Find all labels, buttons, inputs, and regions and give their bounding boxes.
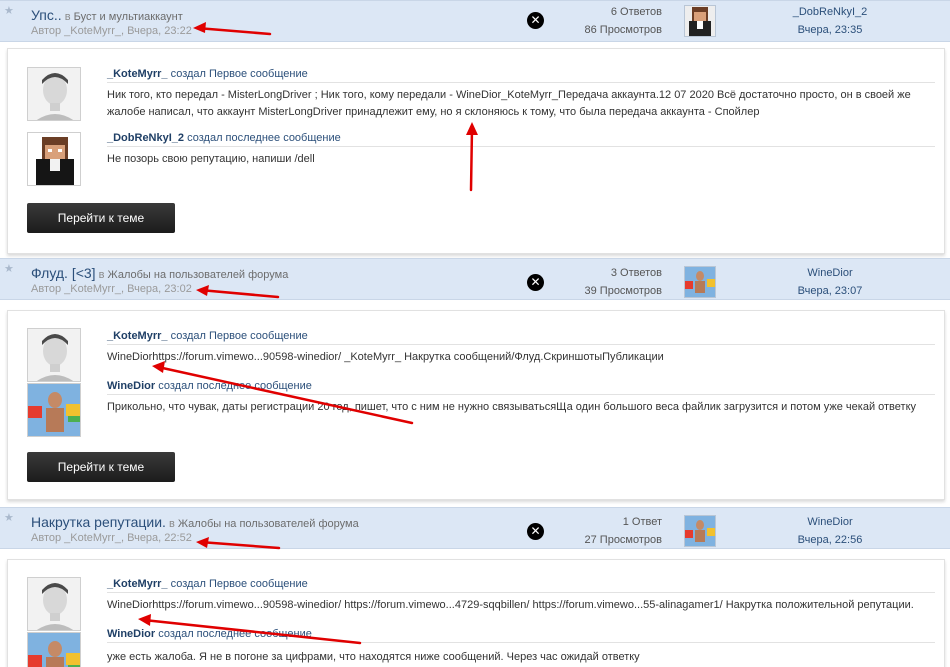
avatar[interactable] xyxy=(27,328,81,382)
forum-link[interactable]: Жалобы на пользователей форума xyxy=(108,269,289,281)
thread-preview: _KoteMyrr_ создал Первое сообщение WineD… xyxy=(7,559,945,667)
go-to-thread-button[interactable]: Перейти к теме xyxy=(27,203,175,233)
first-post-header: _KoteMyrr_ создал Первое сообщение xyxy=(107,330,308,342)
last-poster-name[interactable]: WineDior xyxy=(807,267,852,279)
avatar[interactable] xyxy=(27,132,81,186)
divider xyxy=(107,394,935,395)
last-post-text: Прикольно, что чувак, даты регистрации 2… xyxy=(107,401,916,413)
thread-title-link[interactable]: Флуд. [<3] xyxy=(31,265,96,281)
thread-row[interactable]: ★ Упс.. в Буст и мультиаккаунт Автор _Ko… xyxy=(0,0,950,42)
divider xyxy=(107,642,935,643)
divider xyxy=(107,592,935,593)
first-post-action: создал Первое сообщение xyxy=(170,330,308,342)
view-count: 39 Просмотров xyxy=(584,285,663,297)
last-poster-avatar[interactable] xyxy=(684,5,716,37)
divider xyxy=(107,82,935,83)
star-icon[interactable]: ★ xyxy=(4,6,14,17)
close-icon[interactable]: ✕ xyxy=(527,274,544,291)
last-poster-avatar[interactable] xyxy=(684,266,716,298)
thread-meta: Автор _KoteMyrr_, Вчера, 23:02 xyxy=(31,283,192,295)
last-post-header: WineDior создал последнее сообщение xyxy=(107,380,312,392)
first-post-text: WineDiorhttps://forum.vimewo...90598-win… xyxy=(107,351,664,363)
last-post-author[interactable]: WineDior xyxy=(107,380,155,392)
last-post-header: _DobReNkyI_2 создал последнее сообщение xyxy=(107,132,341,144)
close-icon[interactable]: ✕ xyxy=(527,523,544,540)
thread-meta: Автор _KoteMyrr_, Вчера, 23:22 xyxy=(31,25,192,37)
forum-prefix: в xyxy=(64,11,71,23)
divider xyxy=(107,146,935,147)
last-poster-name[interactable]: WineDior xyxy=(807,516,852,528)
forum-link[interactable]: Жалобы на пользователей форума xyxy=(178,518,359,530)
last-post-author[interactable]: _DobReNkyI_2 xyxy=(107,132,184,144)
last-post-action: создал последнее сообщение xyxy=(187,132,341,144)
reply-count: 6 Ответов xyxy=(610,6,662,18)
thread-stats: 1 Ответ 27 Просмотров xyxy=(585,513,663,549)
forum-prefix: в xyxy=(98,269,105,281)
first-post-author[interactable]: _KoteMyrr_ xyxy=(107,578,168,590)
thread-title-link[interactable]: Накрутка репутации. xyxy=(31,514,166,530)
avatar[interactable] xyxy=(27,383,81,437)
last-poster: WineDior Вчера, 22:56 xyxy=(765,513,895,549)
last-post-time: Вчера, 23:07 xyxy=(797,285,863,297)
first-post-action: создал Первое сообщение xyxy=(170,68,308,80)
last-post-text: Не позорь свою репутацию, напиши /dell xyxy=(107,153,315,165)
last-poster-name[interactable]: _DobReNkyI_2 xyxy=(793,6,868,18)
thread-title-line: Упс.. в Буст и мультиаккаунт xyxy=(31,7,183,23)
last-post-action: создал последнее сообщение xyxy=(158,380,312,392)
thread-row[interactable]: ★ Накрутка репутации. в Жалобы на пользо… xyxy=(0,507,950,549)
thread-title-line: Накрутка репутации. в Жалобы на пользова… xyxy=(31,514,359,530)
view-count: 86 Просмотров xyxy=(584,24,663,36)
view-count: 27 Просмотров xyxy=(584,534,663,546)
first-post-action: создал Первое сообщение xyxy=(170,578,308,590)
go-to-thread-button[interactable]: Перейти к теме xyxy=(27,452,175,482)
star-icon[interactable]: ★ xyxy=(4,264,14,275)
last-post-time: Вчера, 22:56 xyxy=(797,534,863,546)
thread-stats: 6 Ответов 86 Просмотров xyxy=(585,3,663,39)
first-post-author[interactable]: _KoteMyrr_ xyxy=(107,68,168,80)
thread-stats: 3 Ответов 39 Просмотров xyxy=(585,264,663,300)
last-post-header: WineDior создал последнее сообщение xyxy=(107,628,312,640)
first-post-author[interactable]: _KoteMyrr_ xyxy=(107,330,168,342)
star-icon[interactable]: ★ xyxy=(4,513,14,524)
last-poster: _DobReNkyI_2 Вчера, 23:35 xyxy=(765,3,895,39)
divider xyxy=(107,344,935,345)
avatar[interactable] xyxy=(27,577,81,631)
first-post-header: _KoteMyrr_ создал Первое сообщение xyxy=(107,68,308,80)
thread-preview: _KoteMyrr_ создал Первое сообщение WineD… xyxy=(7,310,945,500)
last-post-text: уже есть жалоба. Я не в погоне за цифрам… xyxy=(107,651,640,663)
last-post-time: Вчера, 23:35 xyxy=(797,24,863,36)
last-post-author[interactable]: WineDior xyxy=(107,628,155,640)
thread-row[interactable]: ★ Флуд. [<3] в Жалобы на пользователей ф… xyxy=(0,258,950,300)
thread-preview: _KoteMyrr_ создал Первое сообщение Ник т… xyxy=(7,48,945,254)
reply-count: 1 Ответ xyxy=(622,516,662,528)
first-post-text: Ник того, кто передал - MisterLongDriver… xyxy=(107,89,911,118)
last-post-action: создал последнее сообщение xyxy=(158,628,312,640)
last-poster: WineDior Вчера, 23:07 xyxy=(765,264,895,300)
avatar[interactable] xyxy=(27,67,81,121)
first-post-header: _KoteMyrr_ создал Первое сообщение xyxy=(107,578,308,590)
reply-count: 3 Ответов xyxy=(610,267,662,279)
first-post-text: WineDiorhttps://forum.vimewo...90598-win… xyxy=(107,599,914,611)
last-poster-avatar[interactable] xyxy=(684,515,716,547)
thread-title-link[interactable]: Упс.. xyxy=(31,7,62,23)
close-icon[interactable]: ✕ xyxy=(527,12,544,29)
forum-prefix: в xyxy=(168,518,175,530)
avatar[interactable] xyxy=(27,632,81,667)
thread-meta: Автор _KoteMyrr_, Вчера, 22:52 xyxy=(31,532,192,544)
thread-title-line: Флуд. [<3] в Жалобы на пользователей фор… xyxy=(31,265,288,281)
forum-link[interactable]: Буст и мультиаккаунт xyxy=(74,11,183,23)
